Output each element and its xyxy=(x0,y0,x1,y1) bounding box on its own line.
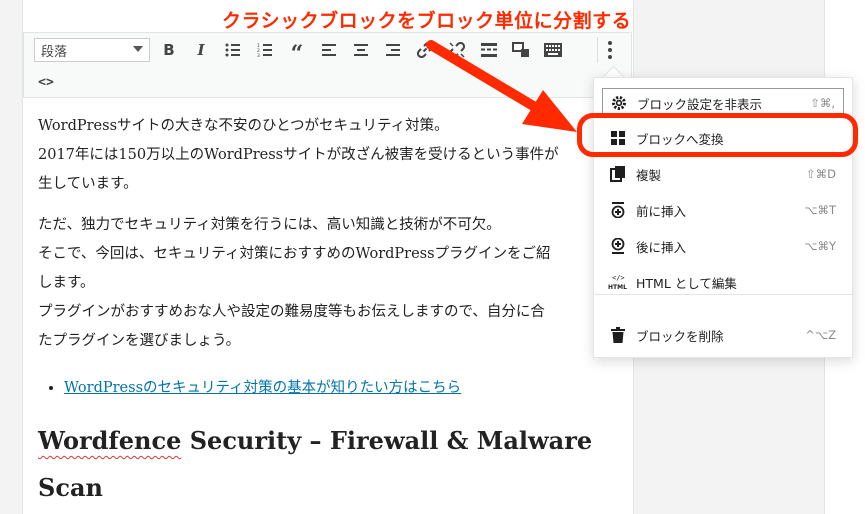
annotation-caption: クラシックブロックをブロック単位に分割する xyxy=(222,10,632,32)
annotation-arrow-icon xyxy=(426,40,577,132)
